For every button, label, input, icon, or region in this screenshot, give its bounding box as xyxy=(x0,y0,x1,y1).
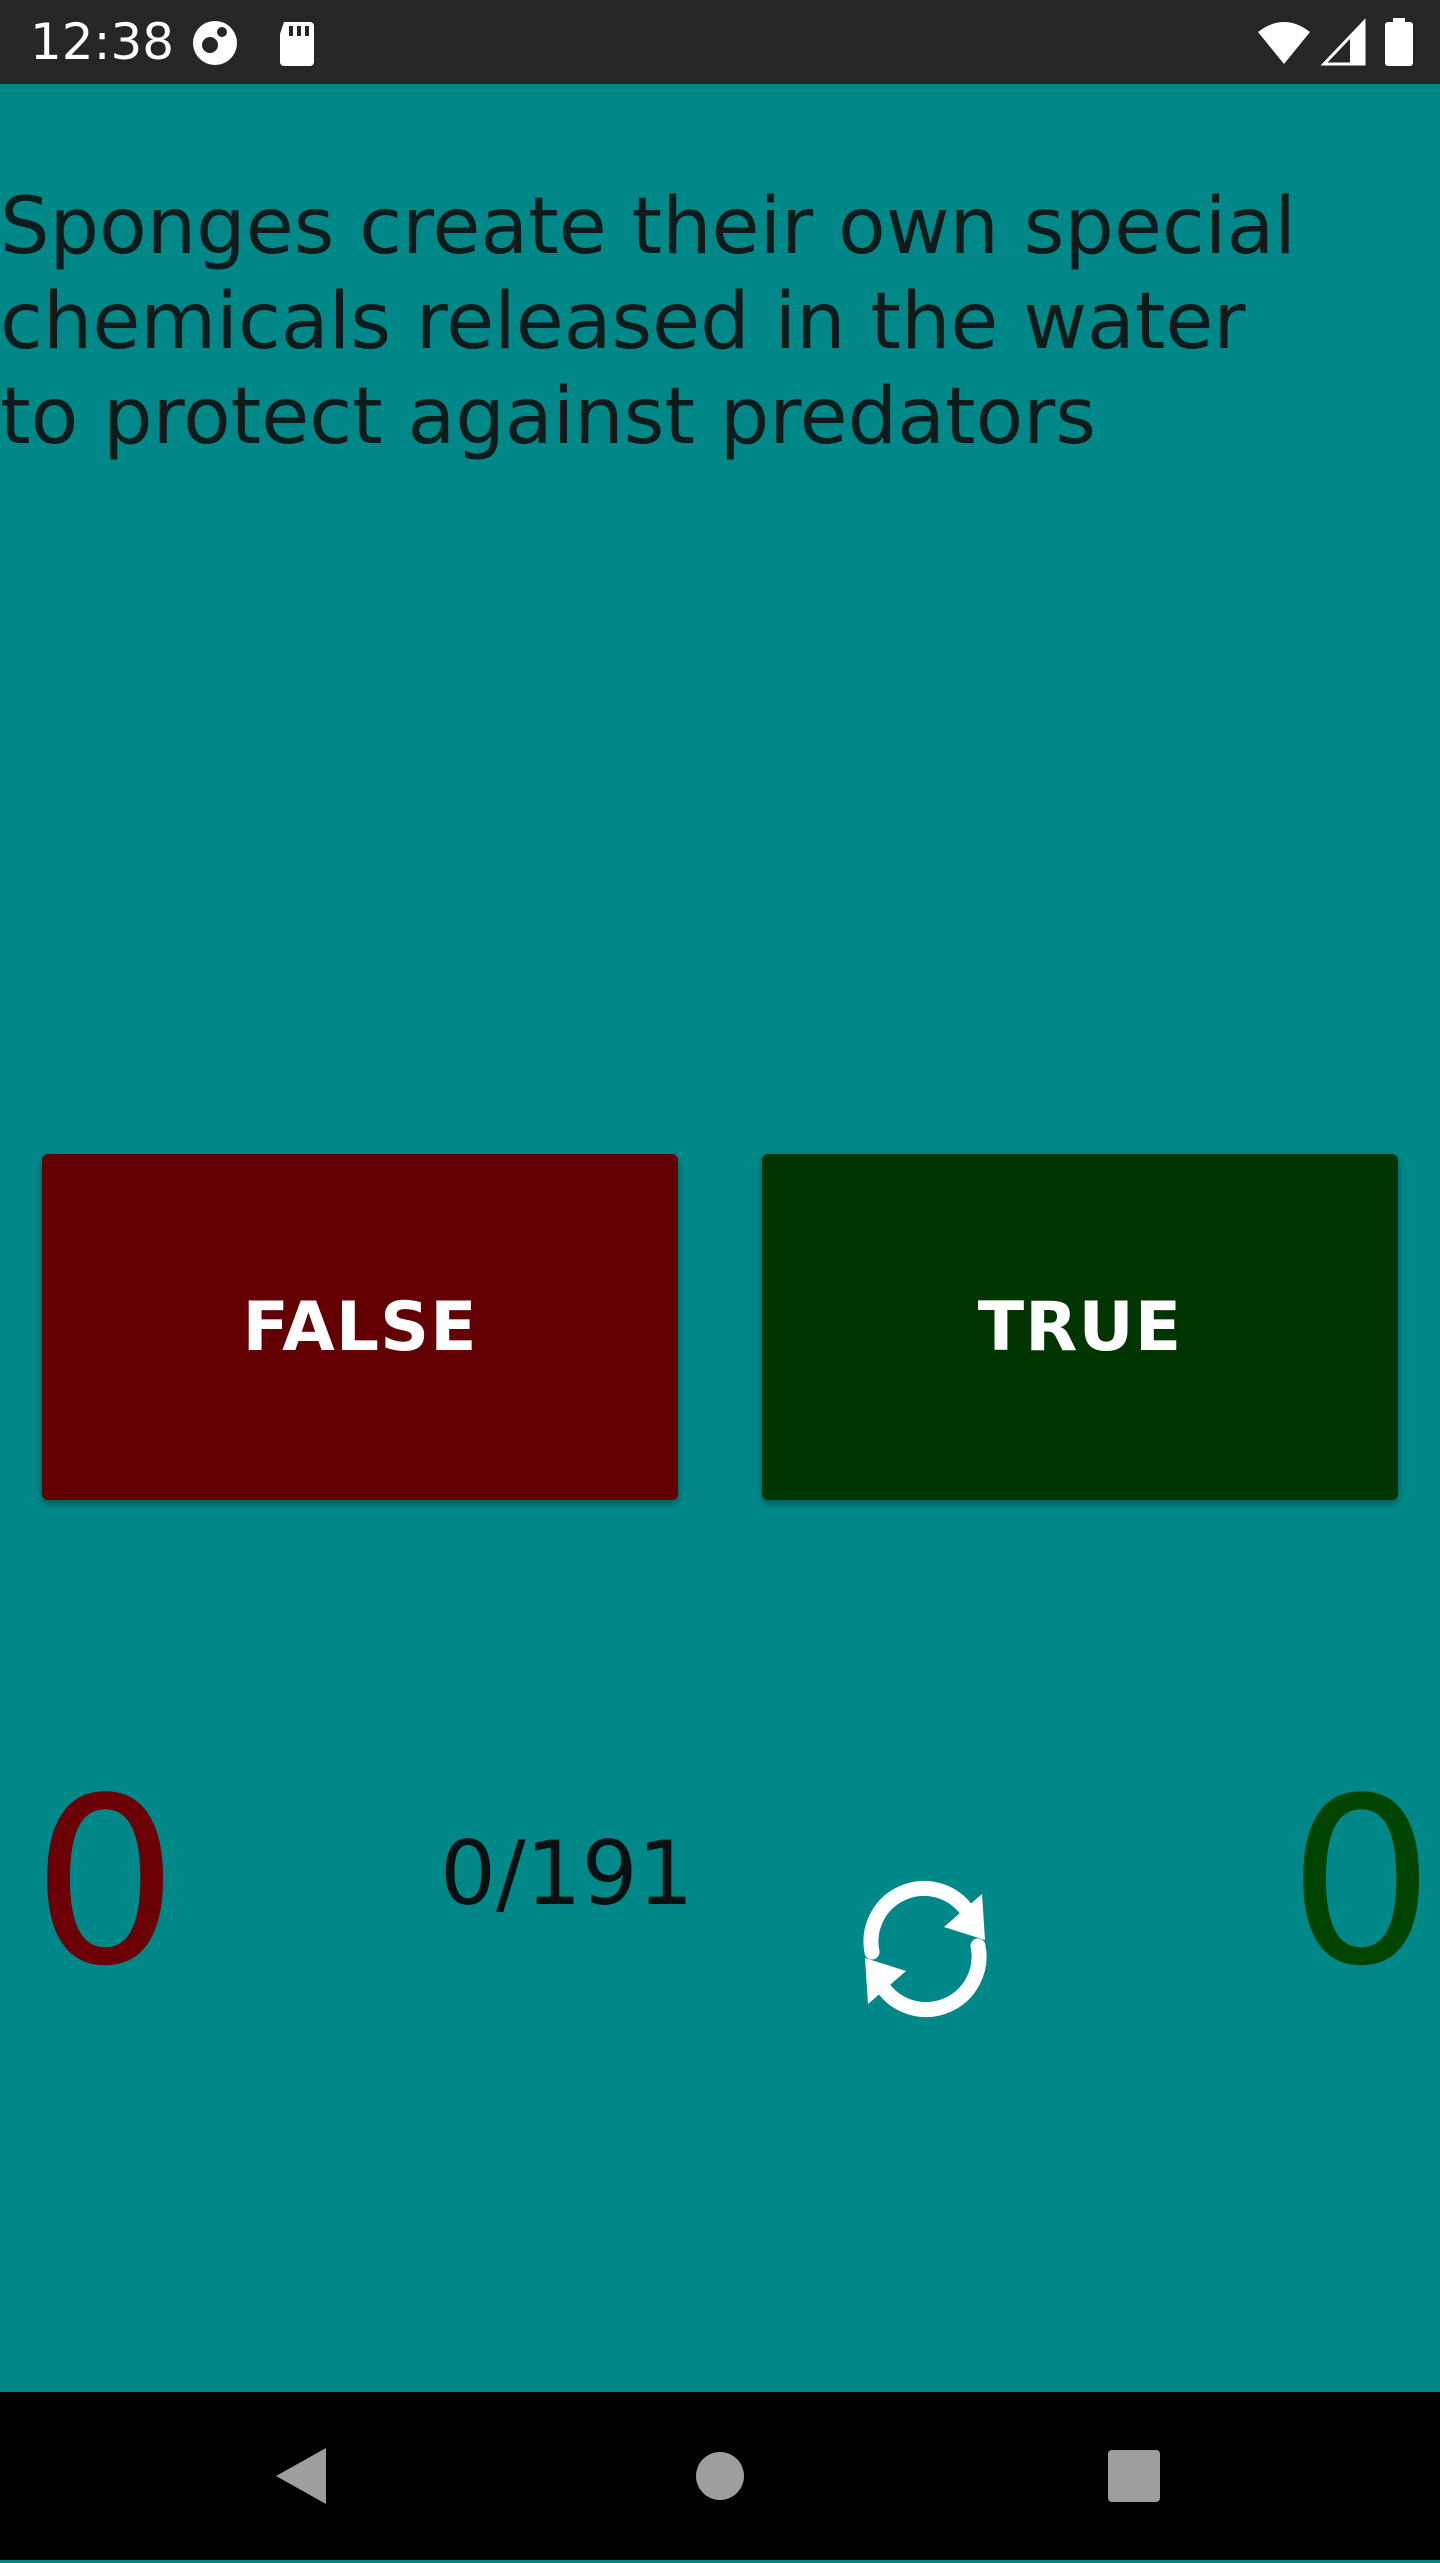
cellular-signal-icon xyxy=(1320,18,1366,66)
navigation-bar xyxy=(0,2392,1440,2560)
false-button[interactable]: FALSE xyxy=(42,1154,678,1500)
home-icon xyxy=(696,2452,744,2500)
home-button[interactable] xyxy=(620,2392,820,2560)
recents-button[interactable] xyxy=(1034,2392,1234,2560)
wifi-icon xyxy=(1258,22,1310,64)
true-button[interactable]: TRUE xyxy=(762,1154,1398,1500)
status-time: 12:38 xyxy=(30,13,175,71)
battery-icon xyxy=(1385,18,1413,66)
false-score: 0 xyxy=(32,1750,179,2017)
recents-icon xyxy=(1108,2450,1160,2502)
quiz-screen: Sponges create their own special chemica… xyxy=(0,84,1440,2392)
question-text: Sponges create their own special chemica… xyxy=(0,182,1296,462)
app-notification-icon xyxy=(193,21,237,65)
refresh-button[interactable] xyxy=(850,1874,1000,2024)
status-bar: 12:38 xyxy=(0,0,1440,84)
sd-card-icon xyxy=(280,22,314,66)
true-score: 0 xyxy=(1288,1750,1435,2017)
back-icon xyxy=(276,2448,326,2504)
refresh-icon xyxy=(863,1880,987,2018)
question-progress: 0/191 xyxy=(440,1822,694,1925)
back-button[interactable] xyxy=(202,2392,402,2560)
